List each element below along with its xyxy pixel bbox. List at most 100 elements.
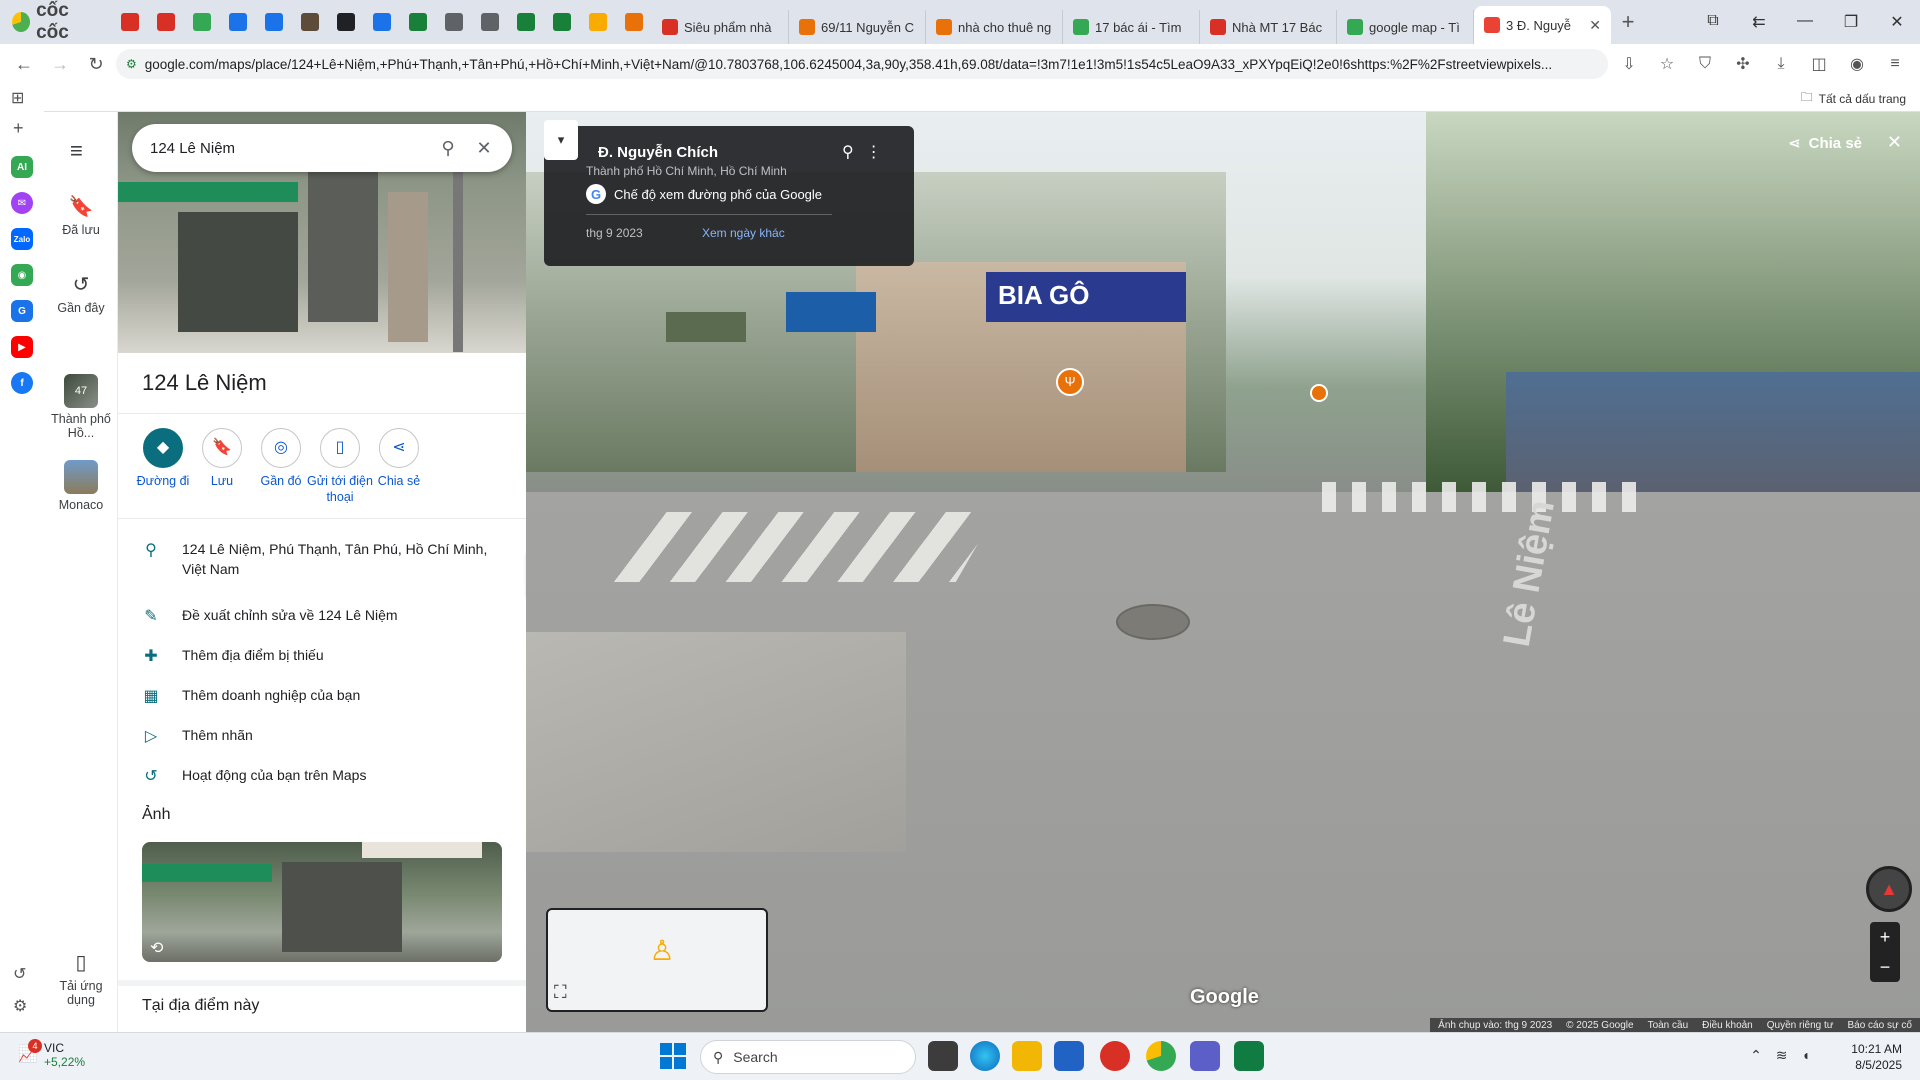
stock-widget[interactable]: 📈 4 VIC +5,22% xyxy=(18,1039,85,1070)
pinned-tab[interactable] xyxy=(544,0,580,44)
profile-icon[interactable]: ◉ xyxy=(1840,48,1874,80)
history-icon[interactable]: ↺ xyxy=(13,964,26,984)
pegman-icon[interactable]: ♙ xyxy=(644,934,680,978)
pinned-tab[interactable] xyxy=(292,0,328,44)
all-bookmarks[interactable]: 🗀 Tất cả dấu trang xyxy=(1801,88,1906,109)
pinned-tab[interactable] xyxy=(256,0,292,44)
pinned-tab[interactable] xyxy=(400,0,436,44)
footer-item[interactable]: Điều khoản xyxy=(1702,1020,1753,1031)
apps-grid-icon[interactable]: ⊞ xyxy=(11,88,24,108)
edge-icon[interactable] xyxy=(970,1041,1000,1071)
search-icon[interactable]: ⚲ xyxy=(430,138,466,159)
pinned-tab[interactable] xyxy=(220,0,256,44)
pinned-tab[interactable] xyxy=(616,0,652,44)
new-tab-button[interactable]: + xyxy=(1611,9,1645,35)
taskbar-search[interactable]: ⚲ Search xyxy=(700,1040,916,1074)
minimize-button[interactable]: — xyxy=(1782,12,1828,32)
search-input[interactable]: 124 Lê Niệm xyxy=(150,140,430,157)
clear-search-icon[interactable]: ✕ xyxy=(466,138,502,159)
volume-icon[interactable]: ◖ xyxy=(1802,1047,1810,1064)
restaurant-pin-icon[interactable]: Ψ xyxy=(1056,368,1084,396)
menu-hamburger-icon[interactable]: ≡ xyxy=(70,138,83,164)
forward-button[interactable]: → xyxy=(44,48,76,80)
youtube-icon[interactable]: ▶ xyxy=(11,336,33,358)
store-icon[interactable] xyxy=(1054,1041,1084,1071)
footer-item[interactable]: Báo cáo sự cố xyxy=(1847,1020,1912,1031)
mini-map[interactable]: ♙ ⛶ xyxy=(546,908,768,1012)
menu-icon[interactable]: ≡ xyxy=(1878,48,1912,80)
task-view-icon[interactable] xyxy=(928,1041,958,1071)
pinned-tab[interactable] xyxy=(472,0,508,44)
browser-tab[interactable]: 17 bác ái - Tìm xyxy=(1063,10,1200,44)
coccoc-app-icon[interactable] xyxy=(1146,1041,1176,1071)
browser-tab[interactable]: Siêu phẩm nhà xyxy=(652,10,789,44)
rail-recent[interactable]: ↺ Gần đây xyxy=(44,272,118,315)
photo-thumbnail[interactable]: ⟲ xyxy=(142,842,502,962)
share-button[interactable]: ⋖ Chia sẻ xyxy=(1788,134,1862,153)
browser-tab[interactable]: nhà cho thuê ng xyxy=(926,10,1063,44)
add-missing-place-row[interactable]: ✚ Thêm địa điểm bị thiếu xyxy=(142,646,512,668)
expand-map-icon[interactable]: ⛶ xyxy=(554,982,567,1003)
view-toggle-button[interactable]: ▾ xyxy=(544,120,578,160)
pinned-tab[interactable] xyxy=(364,0,400,44)
address-row[interactable]: ⚲ 124 Lê Niệm, Phú Thạnh, Tân Phú, Hồ Chí… xyxy=(142,540,512,579)
extensions-icon[interactable]: ✣ xyxy=(1726,48,1760,80)
browser-tab[interactable]: 69/11 Nguyễn C xyxy=(789,10,926,44)
add-business-row[interactable]: ▦ Thêm doanh nghiệp của bạn xyxy=(142,686,512,708)
rail-saved[interactable]: 🔖 Đã lưu xyxy=(44,194,118,237)
teams-icon[interactable] xyxy=(1190,1041,1220,1071)
start-button[interactable] xyxy=(660,1043,686,1069)
game-icon[interactable]: ◉ xyxy=(11,264,33,286)
pinned-tab[interactable] xyxy=(580,0,616,44)
wifi-icon[interactable]: ≋ xyxy=(1776,1047,1788,1064)
suggest-edit-row[interactable]: ✎ Đề xuất chỉnh sửa về 124 Lê Niệm xyxy=(142,606,512,628)
sidebar-toggle-icon[interactable]: ◫ xyxy=(1802,48,1836,80)
site-info-icon[interactable]: ⚙ xyxy=(126,57,137,71)
back-history-icon[interactable]: ⇇ xyxy=(1736,12,1782,32)
share-button[interactable]: ⋖ Chia sẻ xyxy=(362,428,436,490)
facebook-icon[interactable]: f xyxy=(11,372,33,394)
pinned-tab[interactable] xyxy=(148,0,184,44)
zoom-in-button[interactable]: + xyxy=(1880,927,1891,948)
zoom-out-button[interactable]: − xyxy=(1880,957,1891,978)
messenger-icon[interactable]: ✉ xyxy=(11,192,33,214)
browser-tab[interactable]: google map - Tì xyxy=(1337,10,1474,44)
ai-icon[interactable]: AI xyxy=(11,156,33,178)
footer-item[interactable]: Quyền riêng tư xyxy=(1767,1020,1834,1031)
browser-logo[interactable]: cốc cốc xyxy=(0,0,112,44)
back-button[interactable]: ← xyxy=(8,48,40,80)
close-tab-icon[interactable]: ✕ xyxy=(1589,17,1601,34)
downloads-icon[interactable]: ⤓ xyxy=(1764,48,1798,80)
pinned-tab[interactable] xyxy=(508,0,544,44)
sv-other-dates-link[interactable]: Xem ngày khác xyxy=(702,226,785,240)
zalo-app-icon[interactable] xyxy=(1100,1041,1130,1071)
file-explorer-icon[interactable] xyxy=(1012,1041,1042,1071)
maps-activity-row[interactable]: ↺ Hoạt động của bạn trên Maps xyxy=(142,766,512,788)
shield-icon[interactable]: ⛉ xyxy=(1688,48,1722,80)
reload-button[interactable]: ↻ xyxy=(80,48,112,80)
footer-item[interactable]: Toàn cầu xyxy=(1648,1020,1689,1031)
rail-place-monaco[interactable]: Monaco xyxy=(44,460,118,512)
browser-tab[interactable]: Nhà MT 17 Bác xyxy=(1200,10,1337,44)
add-sidebar-icon[interactable]: + xyxy=(13,118,24,139)
tab-search-icon[interactable]: ⧉ xyxy=(1690,12,1736,32)
pinned-tab[interactable] xyxy=(436,0,472,44)
maximize-button[interactable]: ❐ xyxy=(1828,12,1874,32)
zalo-icon[interactable]: Zalo xyxy=(11,228,33,250)
rail-get-app[interactable]: ▯ Tải ứng dụng xyxy=(44,950,118,1007)
compass-icon[interactable]: ▲ xyxy=(1866,866,1912,912)
pinned-tab[interactable] xyxy=(184,0,220,44)
close-street-view-button[interactable]: ✕ xyxy=(1887,132,1902,153)
pinned-tab[interactable] xyxy=(328,0,364,44)
search-box[interactable]: 124 Lê Niệm ⚲ ✕ xyxy=(132,124,512,172)
place-pin-icon[interactable] xyxy=(1310,384,1328,402)
rail-place-hcm[interactable]: 47 Thành phố Hồ... xyxy=(44,374,118,440)
excel-icon[interactable] xyxy=(1234,1041,1264,1071)
install-app-icon[interactable]: ⇩ xyxy=(1612,48,1646,80)
more-vert-icon[interactable]: ⋮ xyxy=(866,142,882,162)
add-label-row[interactable]: ▷ Thêm nhãn xyxy=(142,726,512,748)
clock[interactable]: 10:21 AM 8/5/2025 xyxy=(1851,1041,1902,1073)
location-pin-icon[interactable]: ⚲ xyxy=(842,142,854,162)
url-field[interactable]: ⚙ google.com/maps/place/124+Lê+Niệm,+Phú+… xyxy=(116,49,1608,79)
settings-icon[interactable]: ⚙ xyxy=(13,996,27,1016)
